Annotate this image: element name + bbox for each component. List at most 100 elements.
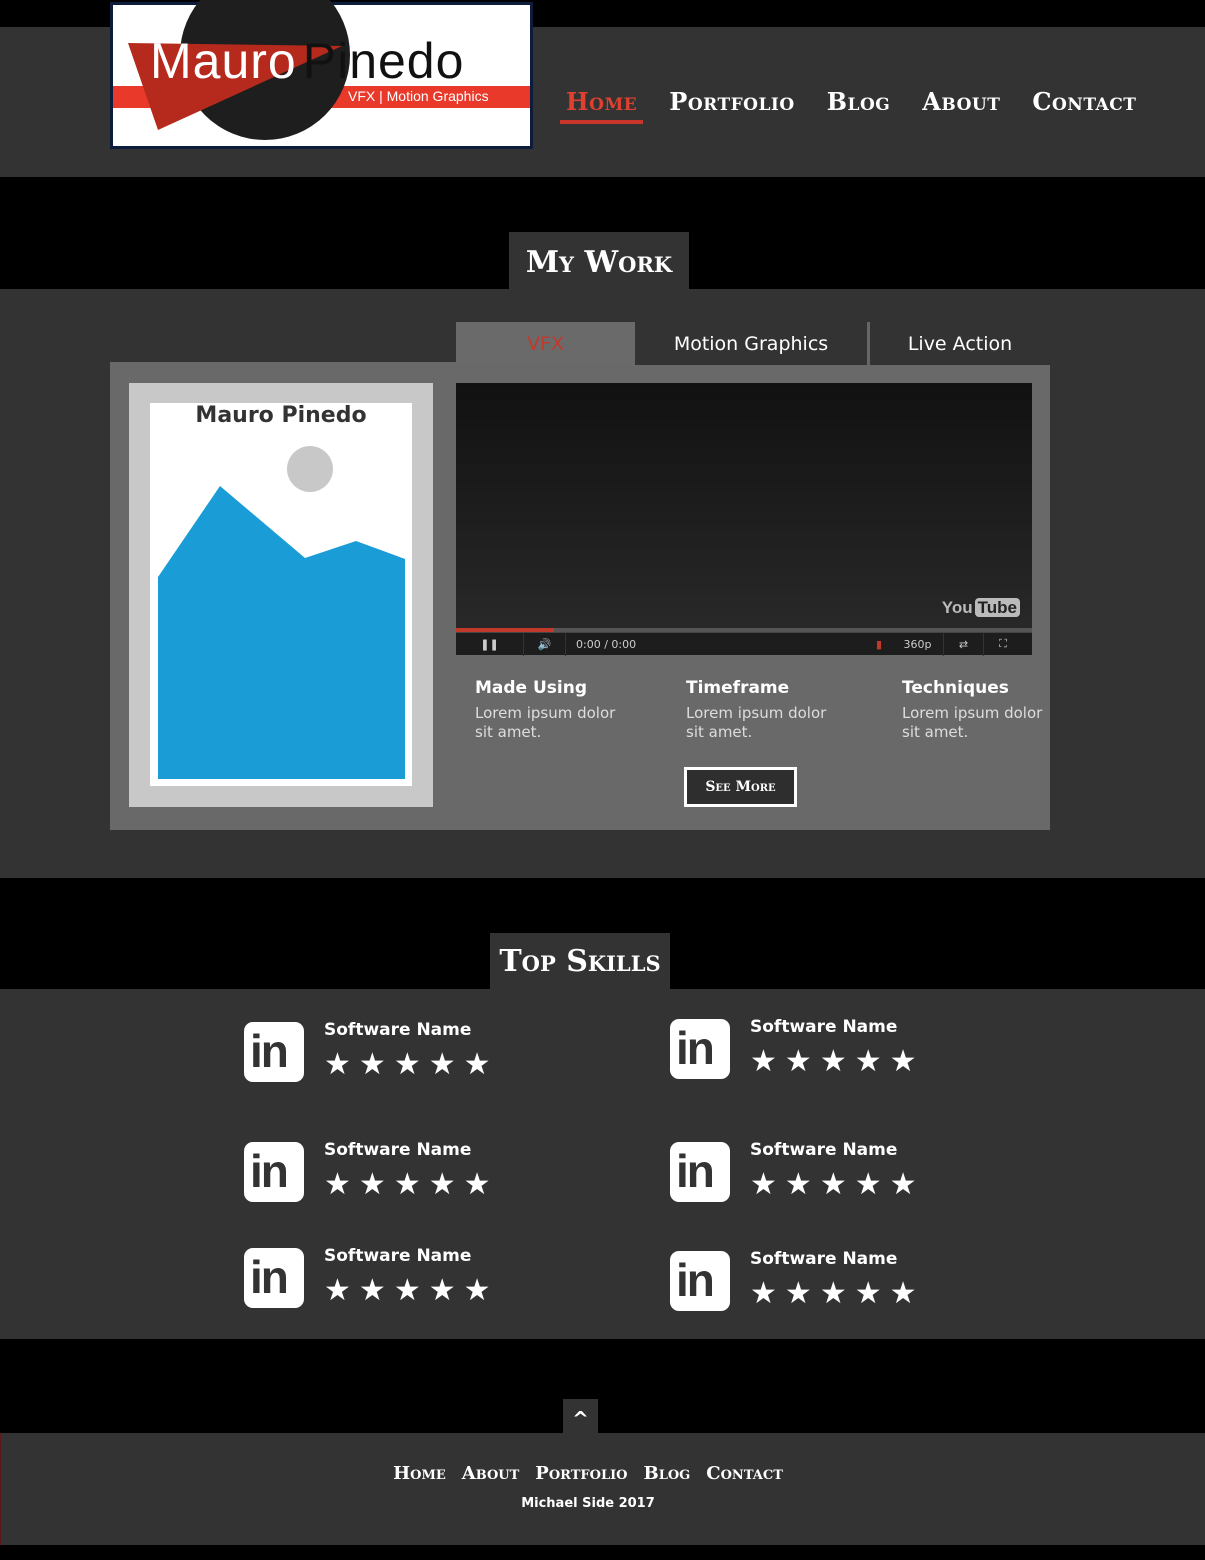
skill-rating: ★ ★ ★ ★ ★ [750, 1047, 917, 1077]
work-tabs: VFX Motion Graphics Live Action [456, 322, 1050, 365]
nav-contact[interactable]: Contact [1026, 87, 1142, 124]
footer-nav-blog[interactable]: Blog [644, 1463, 691, 1484]
top-skills-title: Top Skills [490, 933, 670, 989]
pause-icon[interactable]: ❚❚ [456, 632, 524, 656]
star-icon: ★ [358, 1273, 386, 1308]
footer-nav-contact[interactable]: Contact [706, 1463, 783, 1484]
star-icon: ★ [463, 1167, 491, 1202]
star-icon: ★ [784, 1044, 812, 1079]
tab-live-action[interactable]: Live Action [867, 322, 1050, 365]
video-player[interactable]: You Tube ❚❚ 🔊 0:00 / 0:00 ▮ 360p ⇄ ⛶ [456, 383, 1032, 656]
annotations-icon[interactable]: ▮ [866, 633, 892, 656]
my-work-title: My Work [509, 232, 689, 289]
footer-nav-home[interactable]: Home [393, 1463, 446, 1484]
star-icon: ★ [854, 1276, 882, 1311]
skill-name: Software Name [324, 1020, 472, 1040]
image-placeholder-icon [158, 446, 405, 779]
skill-name: Software Name [324, 1140, 472, 1160]
youtube-logo: You Tube [942, 598, 1020, 618]
skill-name: Software Name [750, 1140, 898, 1160]
skill-name: Software Name [324, 1246, 472, 1266]
top-skills-section [0, 989, 1205, 1339]
star-icon: ★ [819, 1276, 847, 1311]
linkedin-icon[interactable]: in [244, 1142, 304, 1202]
video-time: 0:00 / 0:00 [576, 637, 637, 651]
skill-item: in Software Name ★ ★ ★ ★ ★ [670, 1017, 1000, 1089]
star-icon: ★ [428, 1167, 456, 1202]
logo-tagline: VFX | Motion Graphics [348, 88, 489, 104]
project-thumbnail[interactable]: Mauro Pinedo [150, 403, 412, 786]
nav-blog[interactable]: Blog [821, 87, 897, 124]
thumbnail-caption: Mauro Pinedo [195, 403, 367, 428]
fullscreen-icon[interactable]: ⛶ [984, 633, 1022, 656]
popout-icon[interactable]: ⇄ [944, 632, 984, 656]
footer-credit: Michael Side 2017 [521, 1496, 655, 1511]
star-icon: ★ [393, 1273, 421, 1308]
star-icon: ★ [324, 1047, 351, 1082]
footer-nav-portfolio[interactable]: Portfolio [535, 1463, 627, 1484]
info-made-using: Made Using Lorem ipsum dolor sit amet. [475, 678, 625, 742]
skill-rating: ★ ★ ★ ★ ★ [750, 1170, 917, 1200]
nav-portfolio[interactable]: Portfolio [663, 87, 800, 124]
star-icon: ★ [463, 1047, 491, 1082]
back-to-top-button[interactable]: ^ [563, 1399, 598, 1433]
star-icon: ★ [358, 1167, 386, 1202]
info-heading: Made Using [475, 678, 588, 698]
star-icon: ★ [750, 1276, 777, 1311]
star-icon: ★ [428, 1047, 456, 1082]
star-icon: ★ [819, 1044, 847, 1079]
linkedin-icon[interactable]: in [670, 1251, 730, 1311]
star-icon: ★ [324, 1167, 351, 1202]
skill-item: in Software Name ★ ★ ★ ★ ★ [244, 1246, 574, 1318]
nav-home[interactable]: Home [560, 87, 644, 124]
logo-last-name: Pinedo [302, 33, 465, 89]
star-icon: ★ [784, 1276, 812, 1311]
star-icon: ★ [750, 1167, 777, 1202]
star-icon: ★ [784, 1167, 812, 1202]
nav-about[interactable]: About [916, 87, 1006, 124]
footer-nav: Home About Portfolio Blog Contact [1, 1463, 1205, 1484]
star-icon: ★ [854, 1167, 882, 1202]
tab-motion-graphics[interactable]: Motion Graphics [635, 322, 867, 365]
info-timeframe: Timeframe Lorem ipsum dolor sit amet. [686, 678, 836, 742]
star-icon: ★ [393, 1167, 421, 1202]
star-icon: ★ [889, 1167, 917, 1202]
main-nav: Home Portfolio Blog About Contact [560, 87, 1142, 124]
logo-first-name: Mauro [150, 33, 297, 89]
info-heading: Timeframe [686, 678, 790, 698]
see-more-button[interactable]: See More [684, 767, 797, 807]
star-icon: ★ [750, 1044, 777, 1079]
skill-name: Software Name [750, 1249, 898, 1269]
site-logo[interactable]: Mauro Pinedo VFX | Motion Graphics [110, 0, 533, 175]
star-icon: ★ [324, 1273, 351, 1308]
quality-button[interactable]: 360p [892, 632, 944, 656]
skill-item: in Software Name ★ ★ ★ ★ ★ [670, 1249, 1000, 1321]
logo-wordmark: Mauro Pinedo [150, 36, 464, 86]
linkedin-icon[interactable]: in [244, 1248, 304, 1308]
star-icon: ★ [889, 1276, 917, 1311]
skill-rating: ★ ★ ★ ★ ★ [324, 1170, 491, 1200]
footer-nav-about[interactable]: About [462, 1463, 520, 1484]
skill-name: Software Name [750, 1017, 898, 1037]
info-text: Lorem ipsum dolor sit amet. [475, 704, 616, 741]
star-icon: ★ [428, 1273, 456, 1308]
skill-rating: ★ ★ ★ ★ ★ [324, 1276, 491, 1306]
skill-item: in Software Name ★ ★ ★ ★ ★ [670, 1140, 1000, 1212]
info-heading: Techniques [902, 678, 1009, 698]
star-icon: ★ [463, 1273, 491, 1308]
linkedin-icon[interactable]: in [244, 1022, 304, 1082]
linkedin-icon[interactable]: in [670, 1142, 730, 1202]
skill-item: in Software Name ★ ★ ★ ★ ★ [244, 1020, 574, 1092]
star-icon: ★ [889, 1044, 917, 1079]
skill-rating: ★ ★ ★ ★ ★ [324, 1050, 491, 1080]
info-text: Lorem ipsum dolor sit amet. [686, 704, 827, 741]
info-text: Lorem ipsum dolor sit amet. [902, 704, 1043, 741]
star-icon: ★ [358, 1047, 386, 1082]
video-controls: ❚❚ 🔊 0:00 / 0:00 ▮ 360p ⇄ ⛶ [456, 632, 1032, 656]
linkedin-icon[interactable]: in [670, 1019, 730, 1079]
volume-icon[interactable]: 🔊 [524, 632, 566, 656]
tab-vfx[interactable]: VFX [456, 322, 635, 365]
star-icon: ★ [393, 1047, 421, 1082]
star-icon: ★ [819, 1167, 847, 1202]
skill-item: in Software Name ★ ★ ★ ★ ★ [244, 1140, 574, 1212]
